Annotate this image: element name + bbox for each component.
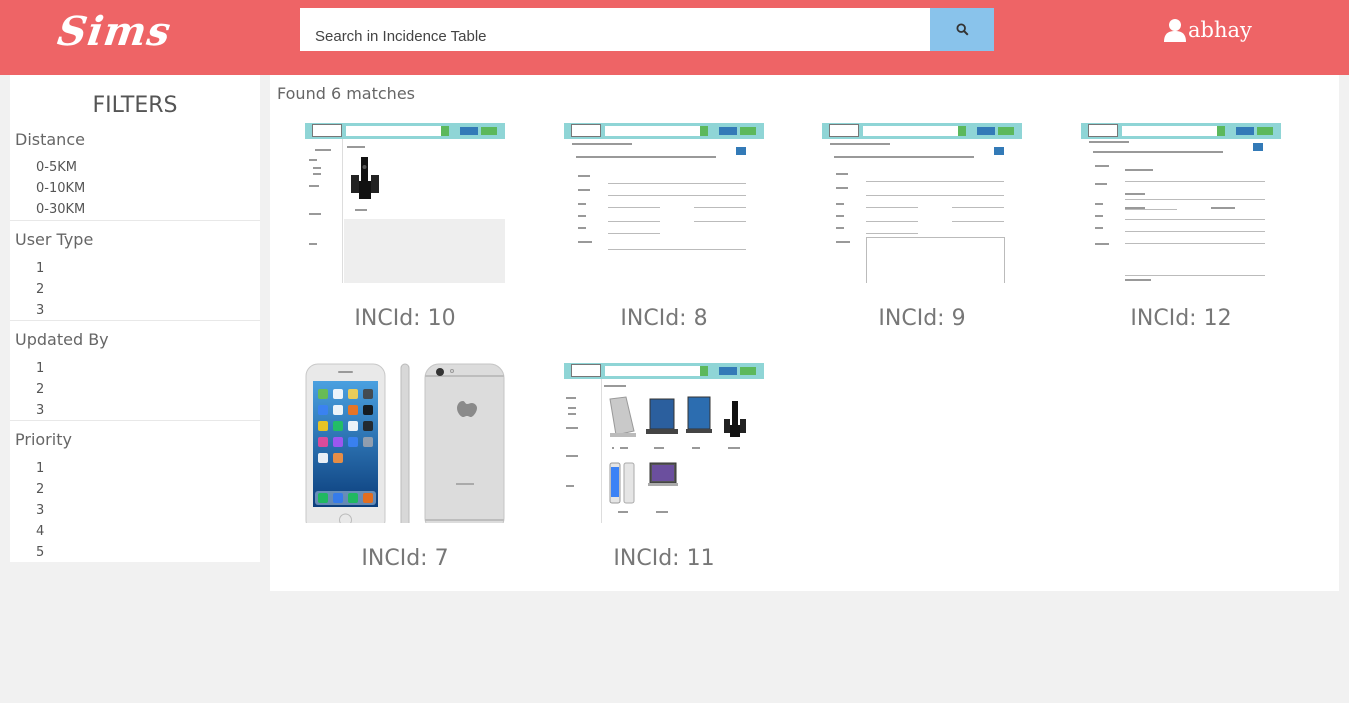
incident-id-label[interactable]: INCId: 9	[792, 306, 1052, 331]
incident-id-label[interactable]: INCId: 8	[534, 306, 794, 331]
filter-option[interactable]: 2	[36, 482, 44, 497]
filter-option[interactable]: 1	[36, 461, 44, 476]
incident-id-label[interactable]: INCId: 7	[275, 546, 535, 571]
filter-option[interactable]: 0-30KM	[36, 202, 85, 217]
incident-id-label[interactable]: INCId: 10	[275, 306, 535, 331]
filter-option[interactable]: 4	[36, 524, 44, 539]
filter-group-distance: Distance 0-5KM 0-10KM 0-30KM	[10, 127, 260, 221]
search-button[interactable]	[930, 8, 994, 51]
results-panel: Found 6 matches INCId: 10 INCId: 8 INCId…	[270, 75, 1339, 591]
filter-group-updated-by: Updated By 1 2 3	[10, 320, 260, 420]
filter-group-user-type: User Type 1 2 3	[10, 220, 260, 320]
filter-option[interactable]: 2	[36, 282, 44, 297]
filter-option[interactable]: 5	[36, 545, 44, 560]
filter-group-priority: Priority 1 2 3 4 5	[10, 420, 260, 562]
filter-option[interactable]: 1	[36, 261, 44, 276]
filter-option[interactable]: 0-10KM	[36, 181, 85, 196]
top-navbar: Sims abhay	[0, 0, 1349, 75]
incident-id-label[interactable]: INCId: 12	[1051, 306, 1311, 331]
filter-option[interactable]: 1	[36, 361, 44, 376]
sims-logo[interactable]: Sims	[55, 8, 175, 55]
user-menu[interactable]: abhay	[1163, 18, 1252, 42]
filter-group-title: Distance	[15, 130, 85, 149]
filter-option[interactable]: 3	[36, 503, 44, 518]
incident-thumbnail[interactable]	[822, 123, 1022, 283]
filters-title: FILTERS	[92, 93, 178, 118]
incident-thumbnail[interactable]	[305, 363, 505, 523]
filter-group-title: Priority	[15, 430, 72, 449]
filter-option[interactable]: 3	[36, 403, 44, 418]
filter-option[interactable]: 0-5KM	[36, 160, 77, 175]
filter-group-title: Updated By	[15, 330, 109, 349]
incident-thumbnail[interactable]	[1081, 123, 1281, 283]
user-icon	[1164, 19, 1186, 42]
filter-option[interactable]: 2	[36, 382, 44, 397]
incident-thumbnail[interactable]	[564, 363, 764, 523]
incident-thumbnail[interactable]	[564, 123, 764, 283]
search-input[interactable]	[300, 8, 931, 51]
username: abhay	[1188, 18, 1252, 42]
filter-group-title: User Type	[15, 230, 94, 249]
incident-id-label[interactable]: INCId: 11	[534, 546, 794, 571]
results-count: Found 6 matches	[277, 84, 415, 103]
incident-thumbnail[interactable]	[305, 123, 505, 283]
filter-option[interactable]: 3	[36, 303, 44, 318]
search-icon	[955, 23, 969, 36]
filters-sidebar: FILTERS Distance 0-5KM 0-10KM 0-30KM Use…	[10, 75, 260, 562]
